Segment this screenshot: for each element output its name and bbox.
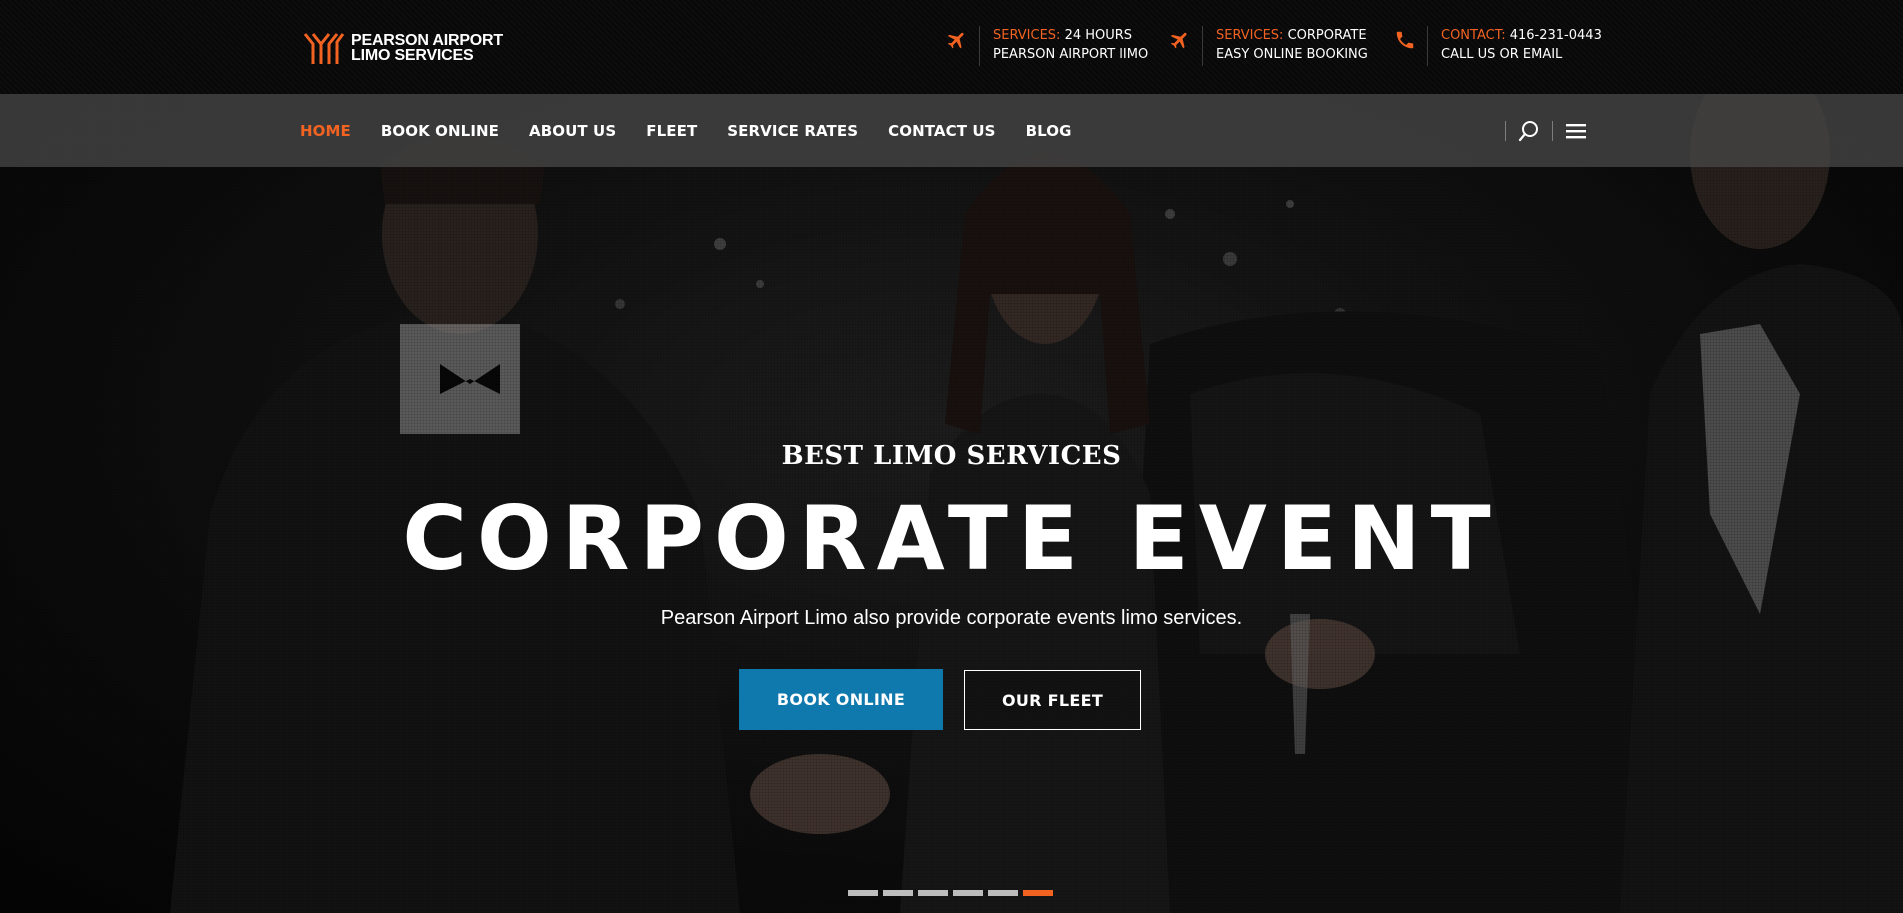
nav-item-contact-us[interactable]: CONTACT US <box>888 122 995 140</box>
menu-button[interactable] <box>1553 116 1599 146</box>
info-divider <box>1202 26 1203 66</box>
hero-headline: CORPORATE EVENT <box>402 487 1501 590</box>
logo-line-2: LIMO SERVICES <box>351 47 474 64</box>
info-divider <box>1427 26 1428 66</box>
slider-dot-active[interactable] <box>1023 890 1053 896</box>
nav-item-service-rates[interactable]: SERVICE RATES <box>727 122 858 140</box>
nav-item-fleet[interactable]: FLEET <box>646 122 697 140</box>
info-divider <box>979 26 980 66</box>
header-info-services-24h: SERVICES: 24 HOURS PEARSON AIRPORT lIMO <box>946 26 1148 68</box>
top-header-bar: PEARSON AIRPORT LIMO SERVICES SERVICES: … <box>0 0 1903 94</box>
phone-icon <box>1396 31 1414 49</box>
book-online-button[interactable]: BOOK ONLINE <box>739 669 943 730</box>
menu-icon <box>1566 123 1586 138</box>
site-logo[interactable]: PEARSON AIRPORT LIMO SERVICES <box>303 28 503 68</box>
header-info-services-corporate: SERVICES: CORPORATE EASY ONLINE BOOKING <box>1169 26 1368 68</box>
info-value: CORPORATE <box>1283 28 1367 43</box>
nav-item-book-online[interactable]: BOOK ONLINE <box>381 122 499 140</box>
our-fleet-button[interactable]: OUR FLEET <box>964 670 1141 730</box>
header-info-contact: CONTACT: 416-231-0443 CALL US OR EMAIL <box>1394 26 1602 68</box>
slider-pagination <box>848 890 1058 896</box>
phone-number[interactable]: 416-231-0443 <box>1506 28 1602 43</box>
airplane-icon <box>947 32 964 49</box>
logo-line-1: PEARSON AIRPORT <box>351 32 503 49</box>
slider-dot[interactable] <box>848 890 878 896</box>
nav-item-about-us[interactable]: ABOUT US <box>529 122 616 140</box>
hero-eyebrow: BEST LIMO SERVICES <box>781 441 1122 471</box>
logo-text: PEARSON AIRPORT LIMO SERVICES <box>351 32 503 64</box>
nav-links: HOME BOOK ONLINE ABOUT US FLEET SERVICE … <box>300 94 1101 167</box>
info-label: SERVICES: <box>1216 28 1284 43</box>
nav-tools <box>1505 94 1599 167</box>
info-subtext: CALL US OR EMAIL <box>1441 47 1563 62</box>
nav-item-home[interactable]: HOME <box>300 122 351 140</box>
search-button[interactable] <box>1506 116 1552 146</box>
info-value: 24 HOURS <box>1060 28 1133 43</box>
info-subtext: PEARSON AIRPORT lIMO <box>993 47 1149 62</box>
hero-slider: BEST LIMO SERVICES CORPORATE EVENT Pears… <box>0 94 1903 913</box>
slider-dot[interactable] <box>988 890 1018 896</box>
slider-dot[interactable] <box>918 890 948 896</box>
info-label: CONTACT: <box>1441 28 1506 43</box>
logo-icon <box>303 33 345 64</box>
hero-subline: Pearson Airport Limo also provide corpor… <box>660 607 1243 629</box>
airplane-icon <box>1170 32 1187 49</box>
main-navigation: HOME BOOK ONLINE ABOUT US FLEET SERVICE … <box>0 94 1903 167</box>
info-label: SERVICES: <box>993 28 1061 43</box>
search-icon <box>1518 120 1538 141</box>
slider-dot[interactable] <box>953 890 983 896</box>
slider-dot[interactable] <box>883 890 913 896</box>
info-subtext: EASY ONLINE BOOKING <box>1216 47 1368 62</box>
nav-item-blog[interactable]: BLOG <box>1026 122 1072 140</box>
